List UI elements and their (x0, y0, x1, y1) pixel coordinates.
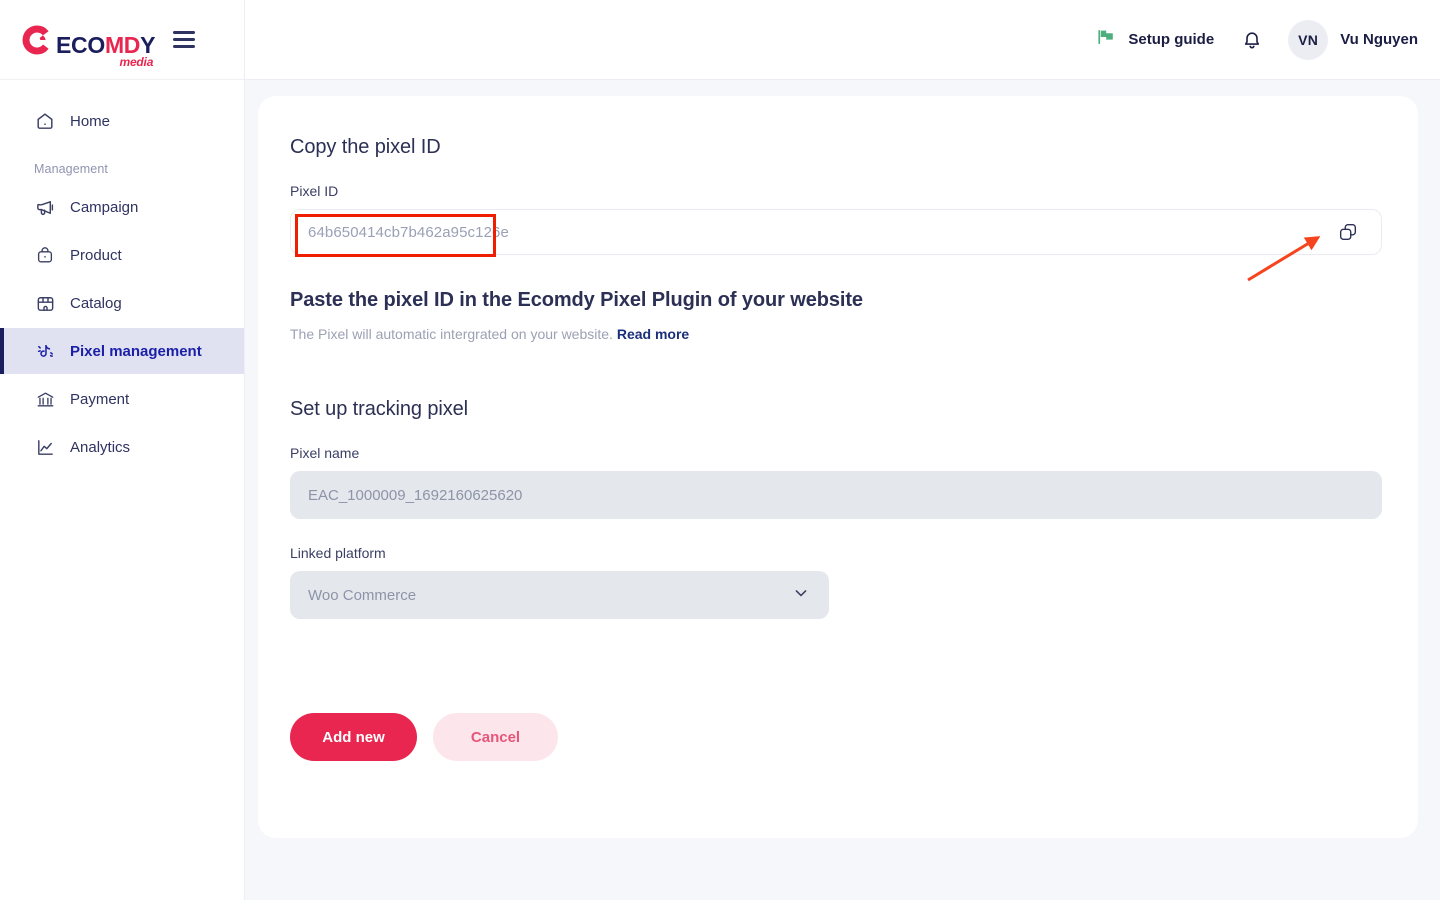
pixel-note-icon (34, 340, 56, 362)
sidebar-section-management: Management (34, 162, 108, 176)
sidebar-item-analytics[interactable]: Analytics (0, 424, 244, 470)
linked-platform-select[interactable]: Woo Commerce (290, 571, 829, 619)
logo-word-e: E (56, 31, 72, 58)
pixel-name-label: Pixel name (290, 445, 360, 461)
setup-guide-button[interactable]: Setup guide (1095, 26, 1214, 53)
app-root: ECOMDY media Home Management Campaign Pr… (0, 0, 1440, 900)
field-spacer (290, 519, 1386, 545)
add-new-button[interactable]: Add new (290, 713, 417, 761)
sidebar-item-campaign[interactable]: Campaign (0, 184, 244, 230)
sidebar-item-label-home: Home (70, 112, 111, 130)
hamburger-menu-icon[interactable] (173, 31, 196, 48)
sidebar-item-label-product: Product (70, 246, 122, 264)
megaphone-icon (34, 196, 56, 218)
copy-pixel-id-title: Copy the pixel ID (290, 136, 441, 158)
bank-icon (34, 388, 56, 410)
avatar: VN (1288, 19, 1329, 60)
form-actions: Add new Cancel (290, 713, 1386, 761)
notification-bell-icon[interactable] (1240, 28, 1264, 52)
logo-word-md: MD (104, 31, 141, 58)
main-area: Setup guide VN Vu Nguyen Copy the pixel … (245, 0, 1440, 900)
sidebar-item-label-analytics: Analytics (70, 438, 131, 456)
ecomdy-logo-mark (20, 23, 54, 57)
brand-row: ECOMDY media (0, 0, 244, 80)
pixel-name-input[interactable]: EAC_1000009_1692160625620 (290, 471, 1382, 519)
chart-line-icon (34, 436, 56, 458)
paste-pixel-note: The Pixel will automatic intergrated on … (290, 326, 1386, 342)
sidebar-nav: Home Management Campaign Product Catalog… (0, 80, 244, 472)
pixel-setup-card: Copy the pixel ID Pixel ID 64b650414cb7b… (258, 96, 1418, 838)
cancel-button[interactable]: Cancel (433, 713, 558, 761)
ecomdy-logo[interactable]: ECOMDY media (20, 23, 156, 68)
read-more-link[interactable]: Read more (617, 326, 689, 342)
sidebar-item-label-pixel-management: Pixel management (70, 342, 202, 360)
paste-pixel-heading: Paste the pixel ID in the Ecomdy Pixel P… (290, 289, 863, 311)
setup-tracking-pixel-title: Set up tracking pixel (290, 398, 468, 420)
sidebar-item-label-campaign: Campaign (70, 198, 139, 216)
paste-note-text: The Pixel will automatic intergrated on … (290, 326, 613, 342)
user-name-label: Vu Nguyen (1340, 31, 1418, 48)
logo-word-y: Y (140, 31, 156, 58)
pixel-name-value: EAC_1000009_1692160625620 (308, 486, 523, 504)
user-menu[interactable]: VN Vu Nguyen (1288, 19, 1418, 60)
pixel-id-label: Pixel ID (290, 183, 339, 199)
sidebar-item-product[interactable]: Product (0, 232, 244, 278)
setup-guide-label: Setup guide (1128, 31, 1215, 48)
green-flag-icon (1095, 26, 1117, 53)
sidebar-item-home[interactable]: Home (0, 98, 244, 144)
sidebar-item-label-catalog: Catalog (70, 294, 122, 312)
page-content: Copy the pixel ID Pixel ID 64b650414cb7b… (245, 80, 1440, 900)
linked-platform-value: Woo Commerce (308, 586, 417, 604)
sidebar-item-payment[interactable]: Payment (0, 376, 244, 422)
sidebar-item-catalog[interactable]: Catalog (0, 280, 244, 326)
sidebar-item-pixel-management[interactable]: Pixel management (0, 328, 244, 374)
copy-icon[interactable] (1337, 221, 1359, 243)
topbar: Setup guide VN Vu Nguyen (245, 0, 1440, 80)
store-icon (34, 292, 56, 314)
linked-platform-label: Linked platform (290, 545, 386, 561)
sidebar-item-label-payment: Payment (70, 390, 130, 408)
logo-word-co: CO (71, 31, 105, 58)
home-icon (34, 110, 56, 132)
logo-subtitle: media (119, 54, 154, 69)
pixel-id-field[interactable]: 64b650414cb7b462a95c126e (290, 209, 1382, 255)
pixel-id-value: 64b650414cb7b462a95c126e (308, 223, 509, 241)
shopping-bag-icon (34, 244, 56, 266)
ecomdy-logo-text: ECOMDY media (56, 31, 156, 68)
sidebar: ECOMDY media Home Management Campaign Pr… (0, 0, 245, 900)
chevron-down-icon (791, 583, 811, 607)
